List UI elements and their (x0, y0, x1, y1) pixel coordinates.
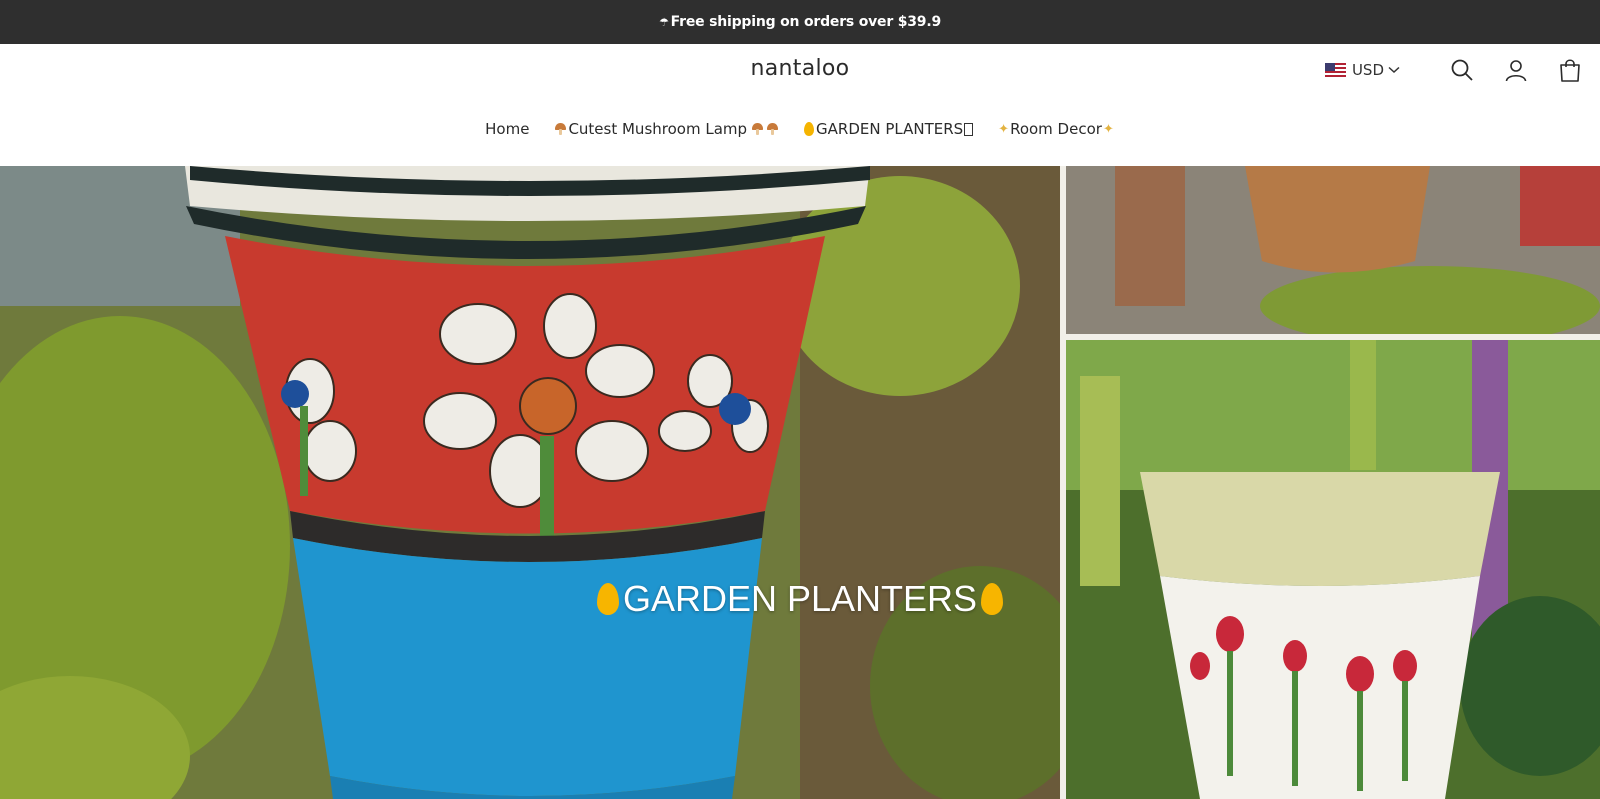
account-icon (1505, 60, 1527, 82)
announcement-text: Free shipping on orders over $39.9 (670, 14, 942, 30)
mushroom-icon (767, 122, 779, 136)
nav-item-room-decor[interactable]: ✦ Room Decor ✦ (997, 120, 1115, 138)
nav-item-home[interactable]: Home (485, 120, 529, 138)
search-icon (1451, 59, 1473, 81)
chevron-down-icon (1388, 66, 1400, 74)
cart-button[interactable] (1556, 56, 1584, 84)
flame-icon (804, 122, 815, 136)
account-button[interactable] (1502, 56, 1530, 84)
hero-image (0, 166, 1600, 799)
sparkles-icon: ✦ (1102, 121, 1114, 137)
sparkles-icon: ✦ (998, 121, 1010, 137)
mushroom-icon (555, 122, 567, 136)
nav-item-mushroom-lamp[interactable]: Cutest Mushroom Lamp (553, 120, 780, 138)
hero-banner[interactable]: GARDEN PLANTERS (0, 166, 1600, 799)
currency-selector[interactable]: USD (1324, 61, 1400, 79)
currency-label: USD (1351, 61, 1384, 79)
nav-label: GARDEN PLANTERS (816, 120, 964, 138)
nav-item-garden-planters[interactable]: GARDEN PLANTERS (804, 120, 974, 138)
cart-icon (1560, 59, 1580, 82)
main-nav: Home Cutest Mushroom Lamp GARDEN PLANTER… (0, 94, 1600, 166)
nav-label: Room Decor (1010, 120, 1102, 138)
flame-icon (981, 583, 1004, 615)
us-flag-icon (1324, 63, 1346, 77)
mushroom-icon (752, 122, 764, 136)
rainbow-icon: ☂ (658, 15, 669, 29)
flame-icon (596, 583, 619, 615)
hero-title: GARDEN PLANTERS (0, 578, 1600, 620)
site-header: nantaloo USD (0, 44, 1600, 94)
hero-title-text: GARDEN PLANTERS (622, 578, 978, 619)
missing-glyph-icon (964, 122, 974, 136)
nav-label: Home (485, 120, 530, 138)
announcement-bar: ☂ Free shipping on orders over $39.9 (0, 0, 1600, 44)
header-actions: USD (1324, 56, 1584, 84)
search-button[interactable] (1448, 56, 1476, 84)
nav-label: Cutest Mushroom Lamp (568, 120, 748, 138)
